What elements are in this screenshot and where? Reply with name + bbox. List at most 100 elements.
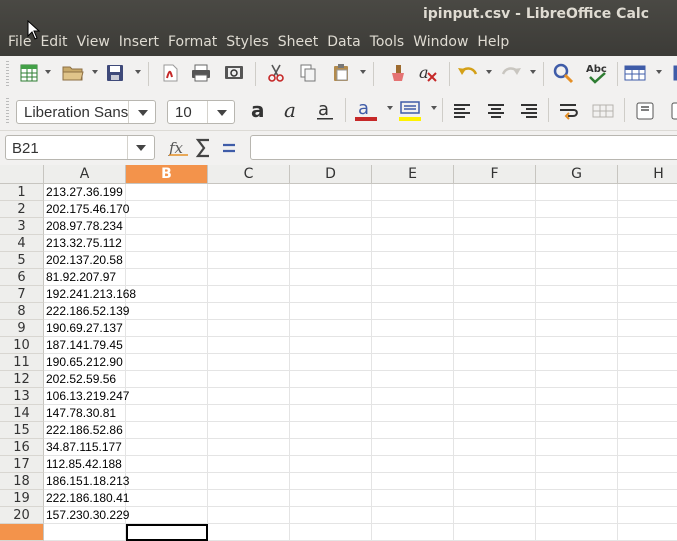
highlight-dropdown-icon[interactable]: [431, 106, 437, 110]
menu-sheet[interactable]: Sheet: [274, 32, 322, 52]
cell-h10[interactable]: [618, 337, 677, 354]
cell-a21[interactable]: [44, 524, 126, 541]
cell-e1[interactable]: [372, 184, 454, 201]
cell-h17[interactable]: [618, 456, 677, 473]
cell-b4[interactable]: [126, 235, 208, 252]
cell-e18[interactable]: [372, 473, 454, 490]
cell-g14[interactable]: [536, 405, 618, 422]
open-folder-icon[interactable]: [60, 60, 86, 86]
row-header[interactable]: 20: [0, 507, 44, 524]
cell-b18[interactable]: [126, 473, 208, 490]
cell-d10[interactable]: [290, 337, 372, 354]
cell-e21[interactable]: [372, 524, 454, 541]
cell-e7[interactable]: [372, 286, 454, 303]
cell-e20[interactable]: [372, 507, 454, 524]
cell-a20[interactable]: 157.230.30.229: [44, 507, 129, 524]
cell-a4[interactable]: 213.32.75.112: [44, 235, 126, 252]
cell-a3[interactable]: 208.97.78.234: [44, 218, 126, 235]
cell-g13[interactable]: [536, 388, 618, 405]
export-pdf-icon[interactable]: [157, 60, 183, 86]
cell-c10[interactable]: [208, 337, 290, 354]
cell-c5[interactable]: [208, 252, 290, 269]
cell-h9[interactable]: [618, 320, 677, 337]
cell-f15[interactable]: [454, 422, 536, 439]
cell-g4[interactable]: [536, 235, 618, 252]
italic-icon[interactable]: a: [279, 98, 305, 124]
cell-c6[interactable]: [208, 269, 290, 286]
cell-h4[interactable]: [618, 235, 677, 252]
spreadsheet-grid[interactable]: A B C D E F G H 1 213.27.36.199 2 202.175.4…: [0, 165, 677, 541]
cell-a11[interactable]: 190.65.212.90: [44, 354, 126, 371]
cell-e8[interactable]: [372, 303, 454, 320]
merge-cells-icon[interactable]: [590, 98, 616, 124]
row-header[interactable]: 6: [0, 269, 44, 286]
row-icon[interactable]: [622, 60, 648, 86]
cell-e10[interactable]: [372, 337, 454, 354]
row-header[interactable]: 4: [0, 235, 44, 252]
font-size-value[interactable]: 10: [175, 104, 192, 121]
copy-icon[interactable]: [295, 60, 321, 86]
cell-g5[interactable]: [536, 252, 618, 269]
find-replace-icon[interactable]: [550, 60, 576, 86]
cell-a6[interactable]: 81.92.207.97: [44, 269, 126, 286]
clear-formatting-icon[interactable]: a: [415, 60, 441, 86]
cell-g16[interactable]: [536, 439, 618, 456]
column-header-d[interactable]: D: [290, 165, 372, 184]
cell-a5[interactable]: 202.137.20.58: [44, 252, 126, 269]
cell-c3[interactable]: [208, 218, 290, 235]
font-color-icon[interactable]: a: [353, 98, 379, 124]
cell-f4[interactable]: [454, 235, 536, 252]
cell-f10[interactable]: [454, 337, 536, 354]
cell-e9[interactable]: [372, 320, 454, 337]
cell-e14[interactable]: [372, 405, 454, 422]
cell-d7[interactable]: [290, 286, 372, 303]
print-icon[interactable]: [188, 60, 214, 86]
cell-e15[interactable]: [372, 422, 454, 439]
cell-a8[interactable]: 222.186.52.139: [44, 303, 129, 320]
cell-c12[interactable]: [208, 371, 290, 388]
cell-h15[interactable]: [618, 422, 677, 439]
cell-e5[interactable]: [372, 252, 454, 269]
row-header[interactable]: 8: [0, 303, 44, 320]
cell-a2[interactable]: 202.175.46.170: [44, 201, 129, 218]
cell-b14[interactable]: [126, 405, 208, 422]
cell-g15[interactable]: [536, 422, 618, 439]
cell-h13[interactable]: [618, 388, 677, 405]
toolbar-grip[interactable]: [6, 98, 9, 124]
menu-tools[interactable]: Tools: [366, 32, 409, 52]
cell-g11[interactable]: [536, 354, 618, 371]
column-header-a[interactable]: A: [44, 165, 126, 184]
row-header[interactable]: 11: [0, 354, 44, 371]
cell-e6[interactable]: [372, 269, 454, 286]
select-all-corner[interactable]: [0, 165, 44, 184]
cell-c9[interactable]: [208, 320, 290, 337]
row-header[interactable]: 10: [0, 337, 44, 354]
cell-g9[interactable]: [536, 320, 618, 337]
column-header-g[interactable]: G: [536, 165, 618, 184]
formula-equals-icon[interactable]: [220, 137, 238, 159]
cell-c15[interactable]: [208, 422, 290, 439]
cell-f19[interactable]: [454, 490, 536, 507]
cell-e19[interactable]: [372, 490, 454, 507]
cell-b8[interactable]: [126, 303, 208, 320]
menu-styles[interactable]: Styles: [222, 32, 272, 52]
cell-h3[interactable]: [618, 218, 677, 235]
cell-a9[interactable]: 190.69.27.137: [44, 320, 126, 337]
cell-c4[interactable]: [208, 235, 290, 252]
menu-insert[interactable]: Insert: [115, 32, 163, 52]
cell-g6[interactable]: [536, 269, 618, 286]
cell-h6[interactable]: [618, 269, 677, 286]
cell-b3[interactable]: [126, 218, 208, 235]
cell-b7[interactable]: [126, 286, 208, 303]
cell-c20[interactable]: [208, 507, 290, 524]
toolbar-grip[interactable]: [6, 61, 9, 87]
row-header[interactable]: 18: [0, 473, 44, 490]
row-header[interactable]: [0, 524, 44, 541]
cell-e16[interactable]: [372, 439, 454, 456]
menu-window[interactable]: Window: [409, 32, 472, 52]
menu-help[interactable]: Help: [473, 32, 513, 52]
cell-b1[interactable]: [126, 184, 208, 201]
cell-c18[interactable]: [208, 473, 290, 490]
cell-d1[interactable]: [290, 184, 372, 201]
cell-g2[interactable]: [536, 201, 618, 218]
